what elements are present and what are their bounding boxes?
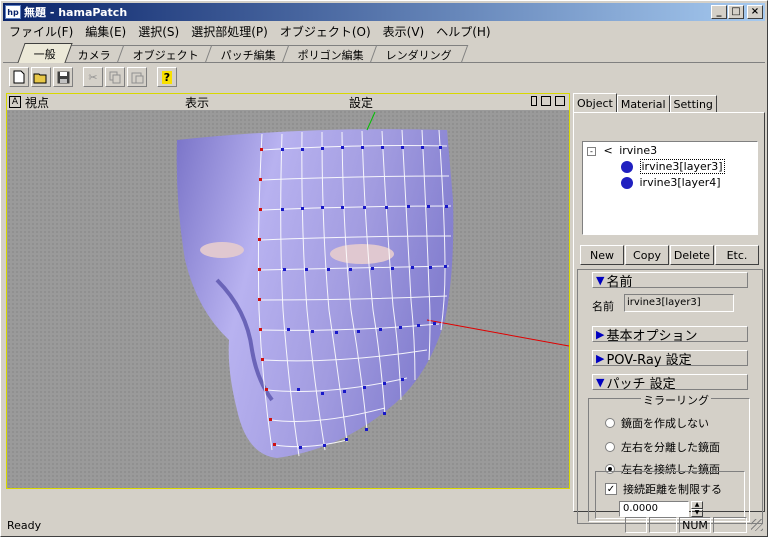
- right-panel: Object Material Setting - < irvine3 irvi…: [573, 93, 765, 524]
- menu-view[interactable]: 表示(V): [377, 23, 431, 40]
- limit-distance-input[interactable]: 0.0000: [619, 501, 689, 517]
- menu-selection-process[interactable]: 選択部処理(P): [185, 23, 274, 40]
- status-text: Ready: [7, 518, 42, 532]
- expand-triangle-icon: ▶: [596, 327, 605, 341]
- toolbar: ✂ ?: [9, 67, 177, 89]
- tab-general[interactable]: 一般: [17, 43, 73, 63]
- axis-y-line: [366, 111, 376, 131]
- viewport-split-icon[interactable]: [541, 96, 551, 106]
- close-button[interactable]: ×: [747, 5, 763, 19]
- object-tree[interactable]: - < irvine3 irvine3[layer3] irvine3[laye…: [582, 141, 758, 235]
- viewport-maximize-icon[interactable]: [555, 96, 565, 106]
- tab-material-panel[interactable]: Material: [616, 95, 670, 113]
- collapse-triangle-icon: ▼: [596, 375, 605, 389]
- title-bar[interactable]: hp 無題 - hamaPatch _ □ ×: [3, 3, 765, 21]
- status-pane-empty: [649, 517, 677, 533]
- open-folder-icon[interactable]: [31, 67, 51, 87]
- mirroring-group-label: ミラーリング: [641, 392, 711, 408]
- viewport-single-icon[interactable]: [531, 96, 537, 106]
- radio-no-mirror[interactable]: 鏡面を作成しない: [605, 415, 709, 431]
- patch-settings-header[interactable]: ▼ パッチ 設定: [592, 374, 748, 392]
- right-panel-tabs: Object Material Setting: [573, 93, 765, 113]
- menu-help[interactable]: ヘルプ(H): [430, 23, 496, 40]
- tree-root[interactable]: - < irvine3: [587, 144, 657, 157]
- menu-select[interactable]: 選択(S): [132, 23, 185, 40]
- menu-object[interactable]: オブジェクト(O): [274, 23, 377, 40]
- settings-menu[interactable]: 設定: [349, 94, 373, 111]
- cut-icon[interactable]: ✂: [83, 67, 103, 87]
- limit-distance-checkbox[interactable]: ✓ 接続距離を制限する: [605, 481, 722, 497]
- menu-bar: ファイル(F) 編集(E) 選択(S) 選択部処理(P) オブジェクト(O) 表…: [3, 22, 497, 40]
- tab-patch-edit[interactable]: パッチ編集: [204, 45, 293, 63]
- tree-item-layer4[interactable]: irvine3[layer4]: [621, 176, 721, 189]
- num-lock-indicator: NUM: [679, 517, 711, 533]
- status-bar: Ready NUM: [3, 516, 765, 534]
- viewpoint-menu[interactable]: 視点: [25, 94, 49, 111]
- tree-item-label: irvine3[layer3]: [639, 159, 725, 174]
- viewport-header: A 視点 表示 設定: [7, 94, 569, 110]
- help-icon[interactable]: ?: [157, 67, 177, 87]
- new-button[interactable]: New: [580, 245, 624, 265]
- tree-root-label: irvine3: [619, 144, 658, 157]
- axis-x-line: [426, 319, 569, 347]
- limit-distance-spinner[interactable]: ▲ ▼: [691, 501, 703, 517]
- etc-button[interactable]: Etc.: [715, 245, 759, 265]
- object-buttons: New Copy Delete Etc.: [580, 245, 759, 265]
- resize-grip-icon[interactable]: [751, 519, 763, 531]
- properties-scroll[interactable]: ▼ 名前 名前 irvine3[layer3] ▶ 基本オプション ▶ POV-Ray…: [577, 269, 763, 524]
- tab-object[interactable]: オブジェクト: [116, 45, 216, 63]
- app-window: hp 無題 - hamaPatch _ □ × ファイル(F) 編集(E) 選択…: [0, 0, 768, 537]
- basic-options-header[interactable]: ▶ 基本オプション: [592, 326, 748, 344]
- status-pane-empty: [625, 517, 647, 533]
- delete-button[interactable]: Delete: [670, 245, 714, 265]
- window-title: 無題 - hamaPatch: [24, 6, 128, 19]
- tab-object-panel[interactable]: Object: [573, 93, 617, 113]
- tab-polygon-edit[interactable]: ポリゴン編集: [281, 45, 381, 63]
- maximize-button[interactable]: □: [728, 5, 744, 19]
- tab-divider: [3, 62, 765, 63]
- mesh-object-icon: [621, 177, 633, 189]
- checkbox-checked-icon[interactable]: ✓: [605, 483, 617, 495]
- copy-icon[interactable]: [105, 67, 125, 87]
- radio-button[interactable]: [605, 418, 615, 428]
- povray-settings-header[interactable]: ▶ POV-Ray 設定: [592, 350, 748, 368]
- status-pane-empty: [713, 517, 747, 533]
- menu-file[interactable]: ファイル(F): [3, 23, 79, 40]
- new-file-icon[interactable]: [9, 67, 29, 87]
- radio-button[interactable]: [605, 442, 615, 452]
- minimize-button[interactable]: _: [711, 5, 727, 19]
- tab-setting-panel[interactable]: Setting: [669, 95, 717, 113]
- face-model: [176, 111, 569, 458]
- name-field[interactable]: irvine3[layer3]: [624, 294, 734, 312]
- spin-up-icon[interactable]: ▲: [691, 501, 703, 509]
- mirroring-group: ミラーリング 鏡面を作成しない 左右を分離した鏡面 左右を接続した鏡面 ✓ 接続距…: [588, 392, 750, 522]
- name-label: 名前: [592, 300, 614, 313]
- mesh-object-icon: [621, 161, 633, 173]
- app-icon: hp: [5, 5, 21, 19]
- display-menu[interactable]: 表示: [185, 94, 209, 111]
- collapse-triangle-icon: ▼: [596, 273, 605, 287]
- paste-icon[interactable]: [127, 67, 147, 87]
- copy-button[interactable]: Copy: [625, 245, 669, 265]
- viewport-corner-label: A: [9, 96, 21, 108]
- tree-item-label: irvine3[layer4]: [639, 176, 721, 189]
- expand-triangle-icon: ▶: [596, 351, 605, 365]
- radio-separate-mirror[interactable]: 左右を分離した鏡面: [605, 439, 720, 455]
- tab-rendering[interactable]: レンダリング: [369, 45, 469, 63]
- name-section-header[interactable]: ▼ 名前: [592, 272, 748, 290]
- object-tab-page: - < irvine3 irvine3[layer3] irvine3[laye…: [573, 112, 765, 524]
- tree-root-arrow-icon: <: [603, 144, 613, 157]
- main-tabs: 一般 カメラ オブジェクト パッチ編集 ポリゴン編集 レンダリング: [17, 43, 469, 63]
- menu-edit[interactable]: 編集(E): [79, 23, 132, 40]
- 3d-viewport[interactable]: A 視点 表示 設定: [6, 93, 570, 489]
- save-icon[interactable]: [53, 67, 73, 87]
- tree-item-layer3[interactable]: irvine3[layer3]: [621, 159, 725, 174]
- collapse-icon[interactable]: -: [587, 147, 596, 156]
